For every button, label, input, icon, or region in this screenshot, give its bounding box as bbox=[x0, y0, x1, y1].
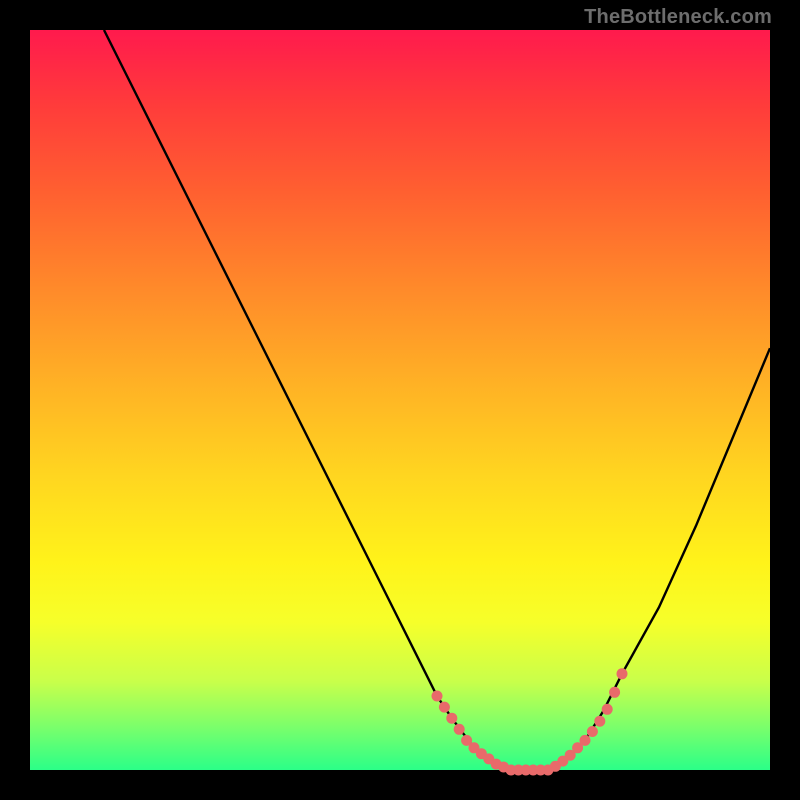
highlight-dot bbox=[594, 716, 605, 727]
highlight-dot bbox=[609, 687, 620, 698]
highlight-dot bbox=[432, 691, 443, 702]
watermark-text: TheBottleneck.com bbox=[584, 6, 772, 29]
plot-area bbox=[30, 30, 770, 770]
chart-frame: TheBottleneck.com bbox=[0, 0, 800, 800]
curve-svg bbox=[30, 30, 770, 770]
highlight-dot bbox=[454, 724, 465, 735]
highlight-dot bbox=[439, 702, 450, 713]
highlight-dot bbox=[446, 713, 457, 724]
highlight-dot bbox=[587, 726, 598, 737]
bottleneck-curve bbox=[104, 30, 770, 770]
highlight-dot bbox=[580, 735, 591, 746]
highlight-dots-group bbox=[432, 668, 628, 775]
highlight-dot bbox=[617, 668, 628, 679]
highlight-dot bbox=[602, 704, 613, 715]
